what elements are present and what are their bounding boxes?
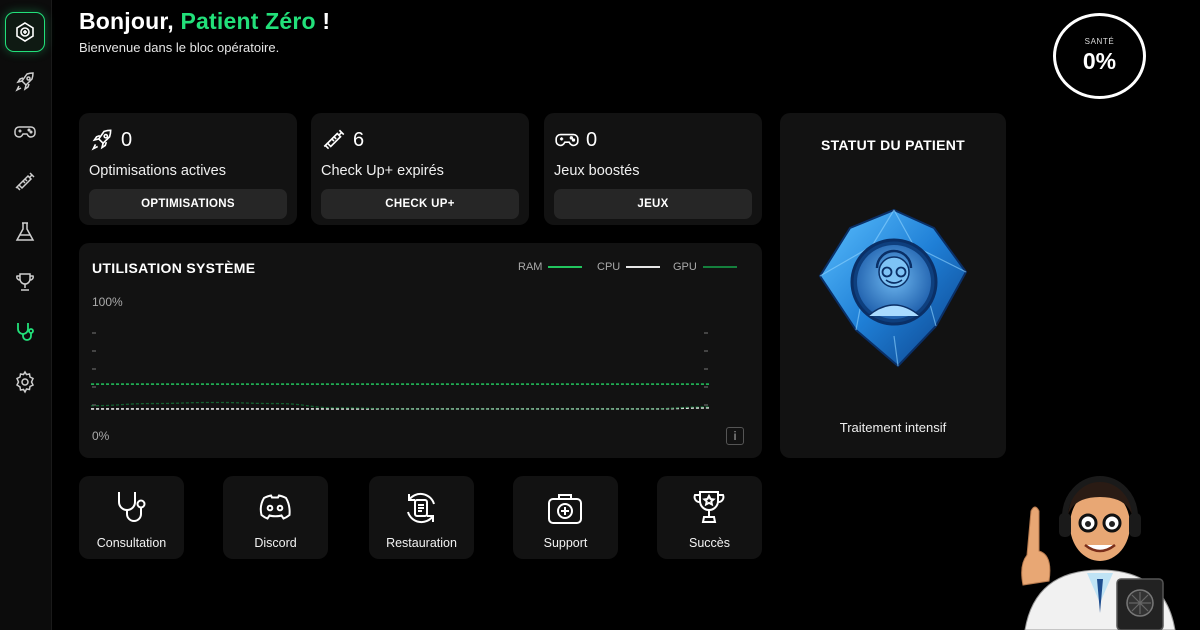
doctor-mascot-icon: [1021, 476, 1176, 630]
sidebar: [0, 0, 52, 630]
y-axis-max-label: 100%: [92, 295, 123, 309]
gear-icon: [16, 370, 35, 394]
syringe-icon: [15, 172, 35, 191]
greeting-prefix: Bonjour,: [79, 8, 181, 34]
action-label: Succès: [689, 536, 730, 550]
stat-count: 6: [353, 129, 365, 151]
health-label: SANTÉ: [1084, 37, 1115, 46]
flask-icon: [15, 222, 35, 241]
sidebar-item-lab[interactable]: [5, 212, 45, 252]
legend-ram: RAM: [518, 261, 583, 273]
checkup-button[interactable]: CHECK UP+: [321, 189, 519, 219]
usage-title: UTILISATION SYSTÈME: [92, 260, 256, 276]
optimisations-button[interactable]: OPTIMISATIONS: [89, 189, 287, 219]
stat-card-checkup: 6 Check Up+ expirés CHECK UP+: [311, 113, 529, 225]
legend-swatch: [702, 266, 737, 268]
sidebar-item-settings[interactable]: [5, 362, 45, 402]
action-label: Consultation: [96, 536, 167, 550]
stethoscope-icon: [17, 323, 34, 341]
stat-label: Check Up+ expirés: [321, 163, 444, 179]
discord-button[interactable]: Discord: [223, 476, 328, 559]
restore-icon: [407, 492, 435, 524]
legend-gpu: GPU: [673, 261, 737, 273]
discord-icon: [259, 494, 291, 520]
stat-label: Jeux boostés: [554, 163, 640, 179]
trophy-icon: [16, 273, 34, 291]
sidebar-item-jeux[interactable]: [5, 112, 45, 152]
doctor-gem-badge-icon: [818, 208, 968, 368]
legend-label: RAM: [518, 261, 543, 273]
medical-kit-icon: [548, 494, 582, 524]
legend-label: GPU: [673, 261, 697, 273]
y-axis-min-label: 0%: [92, 429, 110, 443]
series-line-gpu: [90, 401, 710, 410]
succes-button[interactable]: Succès: [657, 476, 762, 559]
legend-swatch: [548, 266, 583, 268]
patient-status-text: Traitement intensif: [839, 420, 947, 435]
rocket-icon: [15, 72, 34, 92]
greeting-suffix: !: [315, 8, 331, 34]
stat-card-jeux: 0 Jeux boostés JEUX: [544, 113, 762, 225]
restauration-button[interactable]: Restauration: [369, 476, 474, 559]
trophy-icon: [693, 491, 725, 523]
page-title: Bonjour, Patient Zéro !: [79, 8, 330, 35]
action-label: Support: [543, 536, 588, 550]
sidebar-item-optimisations[interactable]: [5, 62, 45, 102]
support-button[interactable]: Support: [513, 476, 618, 559]
health-value: 0%: [1082, 48, 1117, 74]
stat-card-optimisations: 0 Optimisations actives OPTIMISATIONS: [79, 113, 297, 225]
stat-count: 0: [121, 129, 133, 151]
page-subtitle: Bienvenue dans le bloc opératoire.: [79, 40, 280, 55]
stat-count: 0: [586, 129, 598, 151]
info-button[interactable]: i: [726, 427, 744, 445]
patient-status-title: STATUT DU PATIENT: [820, 137, 966, 153]
action-label: Discord: [254, 536, 297, 550]
gamepad-icon: [555, 133, 579, 147]
action-label: Restauration: [386, 536, 457, 550]
system-usage-card: UTILISATION SYSTÈME RAM CPU GPU 100% 0% …: [79, 243, 762, 458]
legend-swatch: [626, 266, 661, 268]
sidebar-item-consultation[interactable]: [5, 312, 45, 352]
jeux-button[interactable]: JEUX: [554, 189, 752, 219]
medical-kit-icon: [16, 22, 34, 42]
stat-label: Optimisations actives: [89, 163, 226, 179]
rocket-icon: [91, 129, 112, 151]
consultation-button[interactable]: Consultation: [79, 476, 184, 559]
legend-label: CPU: [597, 261, 621, 273]
sidebar-item-checkup[interactable]: [5, 162, 45, 202]
legend-cpu: CPU: [597, 261, 661, 273]
gamepad-icon: [14, 126, 36, 138]
health-gauge: SANTÉ 0%: [1053, 13, 1146, 99]
syringe-icon: [323, 129, 345, 150]
sidebar-item-succes[interactable]: [5, 262, 45, 302]
user-name: Patient Zéro: [180, 8, 316, 34]
stethoscope-icon: [118, 492, 146, 522]
patient-status-card: STATUT DU PATIENT Traitement intensif: [780, 113, 1006, 458]
sidebar-item-home[interactable]: [5, 12, 45, 52]
